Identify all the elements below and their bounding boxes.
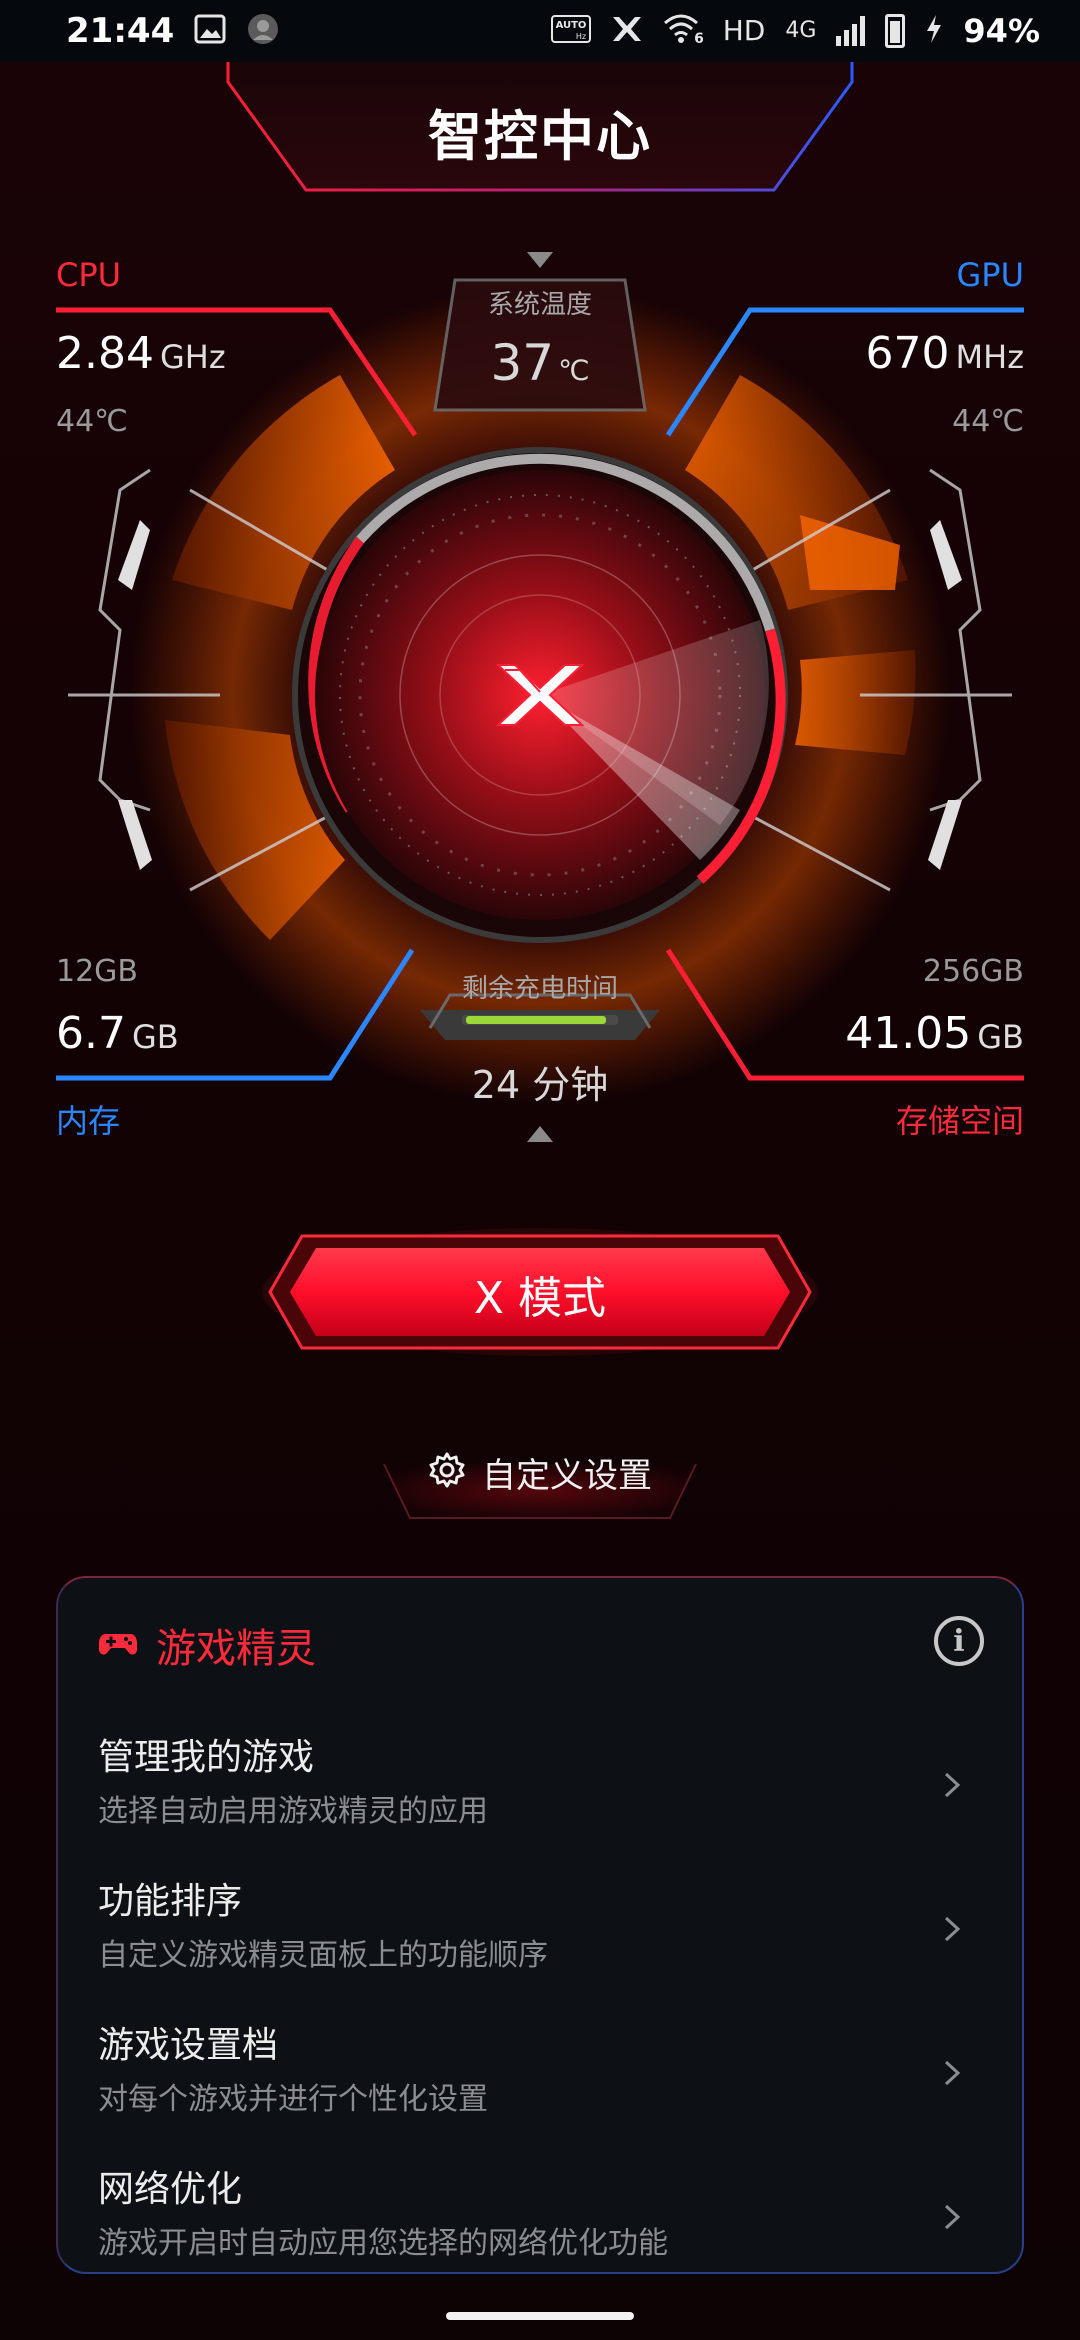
network-type: 4G (785, 18, 817, 43)
x-mode-status-icon (611, 15, 643, 47)
system-temp-value: 37 (490, 334, 555, 392)
storage-total: 256GB (922, 954, 1024, 989)
list-item-function-order[interactable]: 功能排序 自定义游戏精灵面板上的功能顺序 (98, 1872, 986, 1992)
svg-text:Hz: Hz (576, 32, 586, 41)
charging-time-value: 24 分钟 (471, 1063, 609, 1107)
charging-bolt-icon (925, 14, 943, 48)
signal-icon (836, 16, 866, 46)
clock: 21:44 (66, 11, 175, 51)
game-genie-header: 游戏精灵 (98, 1616, 316, 1674)
item-title: 网络优化 (98, 2169, 243, 2210)
cpu-frequency: 2.84 GHz (56, 328, 226, 379)
game-genie-title: 游戏精灵 (156, 1626, 316, 1672)
wifi-6-icon: 6 (663, 13, 704, 49)
gesture-navigation-bar[interactable] (446, 2312, 634, 2320)
item-subtitle: 自定义游戏精灵面板上的功能顺序 (98, 1938, 548, 1973)
cpu-frequency-unit: GHz (159, 338, 226, 376)
x-mode-button[interactable]: X 模式 (262, 1228, 818, 1356)
hd-label: HD (722, 14, 766, 47)
gpu-frequency-unit: MHz (955, 338, 1024, 376)
storage-label: 存储空间 (895, 1102, 1024, 1140)
system-temp-label: 系统温度 (487, 290, 592, 320)
gpu-frequency: 670 MHz (866, 328, 1024, 379)
custom-settings-label: 自定义设置 (482, 1455, 652, 1496)
chevron-right-icon (944, 2060, 961, 2086)
gpu-label: GPU (956, 256, 1024, 294)
status-bar: 21:44 AUTO Hz 6 HD 4G 94% (0, 0, 1080, 62)
item-subtitle: 对每个游戏并进行个性化设置 (98, 2082, 488, 2117)
gamepad-icon (98, 1628, 138, 1662)
charging-time-label: 剩余充电时间 (461, 974, 618, 1004)
list-item-game-profiles[interactable]: 游戏设置档 对每个游戏并进行个性化设置 (98, 2016, 986, 2136)
system-temp: 37 ℃ (440, 334, 640, 392)
storage-used: 41.05 GB (845, 1008, 1024, 1059)
list-item-network-optimization[interactable]: 网络优化 游戏开启时自动应用您选择的网络优化功能 (98, 2160, 986, 2280)
item-title: 功能排序 (98, 1881, 243, 1922)
battery-icon (885, 14, 906, 48)
auto-hz-icon: AUTO Hz (550, 15, 591, 47)
item-subtitle: 游戏开启时自动应用您选择的网络优化功能 (98, 2226, 668, 2261)
chevron-right-icon (944, 1916, 961, 1942)
memory-label: 内存 (56, 1102, 121, 1140)
system-temp-unit: ℃ (558, 354, 590, 387)
memory-used-value: 6.7 (56, 1008, 126, 1059)
armoury-crate-screen: 21:44 AUTO Hz 6 HD 4G 94% 智控中心 CPU 2.84 … (0, 0, 1080, 2340)
memory-total: 12GB (56, 954, 139, 989)
chevron-right-icon (944, 1772, 961, 1798)
storage-used-value: 41.05 (845, 1008, 972, 1059)
game-genie-card: 游戏精灵 i 管理我的游戏 选择自动启用游戏精灵的应用 功能排序 自定义游戏精灵… (56, 1576, 1024, 2274)
cpu-frequency-value: 2.84 (56, 328, 154, 379)
item-subtitle: 选择自动启用游戏精灵的应用 (98, 1794, 488, 1829)
item-title: 游戏设置档 (98, 2025, 279, 2066)
memory-used: 6.7 GB (56, 1008, 179, 1059)
chevron-right-icon (944, 2204, 961, 2230)
svg-text:6: 6 (694, 31, 703, 45)
cpu-temperature: 44℃ (56, 404, 128, 439)
avatar-notification-icon (246, 12, 280, 50)
x-mode-label: X 模式 (473, 1273, 607, 1324)
cpu-label: CPU (56, 256, 122, 294)
storage-used-unit: GB (977, 1018, 1024, 1056)
gallery-icon (194, 14, 226, 48)
battery-percent: 94% (963, 12, 1040, 50)
gear-icon (428, 1451, 466, 1493)
svg-text:AUTO: AUTO (555, 20, 586, 31)
custom-settings-button[interactable]: 自定义设置 (380, 1424, 700, 1520)
item-title: 管理我的游戏 (98, 1737, 315, 1778)
gpu-frequency-value: 670 (865, 328, 950, 379)
info-icon[interactable]: i (934, 1616, 984, 1666)
memory-used-unit: GB (131, 1018, 179, 1056)
gpu-temperature: 44℃ (952, 404, 1024, 439)
list-item-manage-games[interactable]: 管理我的游戏 选择自动启用游戏精灵的应用 (98, 1728, 986, 1848)
